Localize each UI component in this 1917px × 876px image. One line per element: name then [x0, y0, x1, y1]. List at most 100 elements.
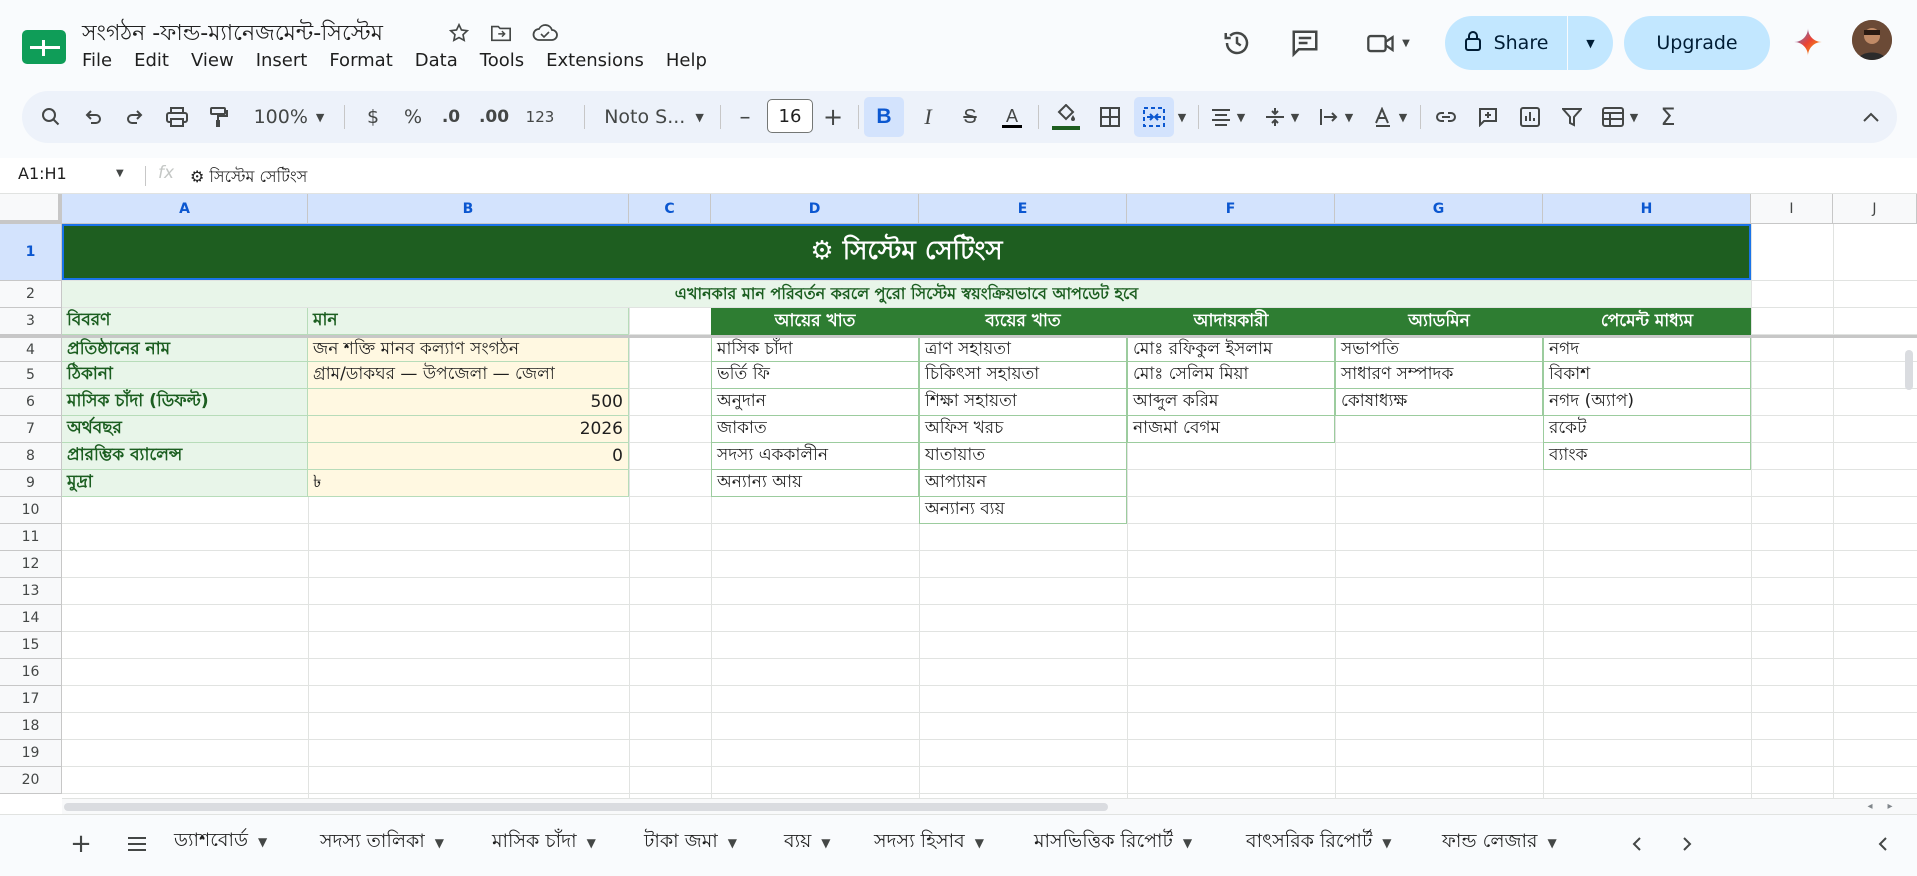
list-item[interactable]: সাধারণ সম্পাদক	[1335, 362, 1543, 389]
menu-data[interactable]: Data	[415, 50, 458, 71]
menu-view[interactable]: View	[191, 50, 234, 71]
sheet-tab-fund-ledger[interactable]: ফান্ড লেজার ▼	[1434, 821, 1565, 865]
row-header-16[interactable]: 16	[0, 659, 62, 686]
insert-chart-icon[interactable]	[1512, 91, 1548, 143]
list-item[interactable]: কোষাধ্যক্ষ	[1335, 389, 1543, 416]
font-size-input[interactable]: 16	[767, 99, 813, 133]
scroll-left-icon[interactable]: ◂	[1862, 798, 1878, 814]
setting-value-fiscal-year[interactable]: 2026	[308, 416, 629, 443]
row-header-15[interactable]: 15	[0, 632, 62, 659]
menu-help[interactable]: Help	[666, 50, 707, 71]
setting-value-monthly-fee[interactable]: 500	[308, 389, 629, 416]
number-format-button[interactable]: 123	[520, 91, 560, 143]
row-header-7[interactable]: 7	[0, 416, 62, 443]
row-header-20[interactable]: 20	[0, 767, 62, 794]
search-menus-icon[interactable]	[34, 91, 68, 143]
list-item[interactable]: ব্যাংক	[1543, 443, 1751, 470]
all-sheets-icon[interactable]	[122, 829, 152, 859]
column-header-d[interactable]: D	[711, 194, 919, 224]
setting-label-fiscal-year[interactable]: অর্থবছর	[62, 416, 308, 443]
list-header-expense[interactable]: ব্যয়ের খাত	[919, 308, 1127, 335]
name-box-dropdown-icon[interactable]: ▼	[116, 168, 124, 179]
menu-tools[interactable]: Tools	[480, 50, 524, 71]
row-header-17[interactable]: 17	[0, 686, 62, 713]
side-panel-toggle-icon[interactable]	[1868, 827, 1898, 861]
menu-insert[interactable]: Insert	[256, 50, 308, 71]
row-header-9[interactable]: 9	[0, 470, 62, 497]
fill-color-icon[interactable]	[1046, 91, 1086, 143]
setting-value-currency[interactable]: ৳	[308, 470, 629, 497]
column-header-c[interactable]: C	[629, 194, 711, 224]
list-item[interactable]: সভাপতি	[1335, 338, 1543, 362]
list-item[interactable]: যাতায়াত	[919, 443, 1127, 470]
setting-label-address[interactable]: ঠিকানা	[62, 362, 308, 389]
merge-cells-icon[interactable]	[1134, 97, 1174, 137]
list-item[interactable]: অফিস খরচ	[919, 416, 1127, 443]
add-sheet-icon[interactable]: +	[66, 829, 96, 859]
list-item[interactable]: রকেট	[1543, 416, 1751, 443]
list-item[interactable]: ভর্তি ফি	[711, 362, 919, 389]
list-header-income[interactable]: আয়ের খাত	[711, 308, 919, 335]
paint-format-icon[interactable]	[202, 91, 236, 143]
setting-label-currency[interactable]: মুদ্রা	[62, 470, 308, 497]
avatar[interactable]	[1852, 20, 1892, 60]
sheet-tab-deposit[interactable]: টাকা জমা ▼	[636, 821, 745, 865]
list-item[interactable]: চিকিৎসা সহায়তা	[919, 362, 1127, 389]
sheet-tab-members[interactable]: সদস্য তালিকা ▼	[312, 821, 452, 865]
share-button[interactable]: Share ▼	[1445, 16, 1613, 70]
horizontal-align-icon[interactable]: ▼	[1204, 91, 1252, 143]
settings-subtitle[interactable]: এখানকার মান পরিবর্তন করলে পুরো সিস্টেম স…	[62, 281, 1751, 307]
table-views-icon[interactable]: ▼	[1596, 91, 1644, 143]
list-item[interactable]: শিক্ষা সহায়তা	[919, 389, 1127, 416]
list-item[interactable]: মোঃ সেলিম মিয়া	[1127, 362, 1335, 389]
undo-icon[interactable]	[76, 91, 110, 143]
row-header-3[interactable]: 3	[0, 308, 62, 335]
spreadsheet-grid[interactable]: A B C D E F G H I J 1 2 3 4 5 6 7 8 9 10…	[0, 194, 1917, 814]
column-header-g[interactable]: G	[1335, 194, 1543, 224]
row-header-4[interactable]: 4	[0, 335, 62, 362]
insert-link-icon[interactable]	[1428, 91, 1464, 143]
list-item[interactable]: নাজমা বেগম	[1127, 416, 1335, 443]
column-header-b[interactable]: B	[308, 194, 629, 224]
menu-file[interactable]: File	[82, 50, 112, 71]
row-header-2[interactable]: 2	[0, 281, 62, 308]
comments-icon[interactable]	[1284, 22, 1326, 64]
merge-dropdown-icon[interactable]: ▼	[1172, 91, 1192, 143]
vertical-align-icon[interactable]: ▼	[1258, 91, 1306, 143]
list-item[interactable]: আব্দুল করিম	[1127, 389, 1335, 416]
text-wrapping-icon[interactable]: ▼	[1312, 91, 1360, 143]
list-item[interactable]: বিকাশ	[1543, 362, 1751, 389]
setting-value-opening-balance[interactable]: 0	[308, 443, 629, 470]
tabs-scroll-left-icon[interactable]	[1622, 827, 1652, 861]
sheet-tab-member-account[interactable]: সদস্য হিসাব ▼	[866, 821, 992, 865]
sheet-tab-monthly-report[interactable]: মাসভিত্তিক রিপোর্ট ▼	[1026, 821, 1200, 865]
formula-input[interactable]: ⚙ সিস্টেম সেটিংস	[190, 164, 307, 191]
meet-call-icon[interactable]: ▼	[1358, 22, 1418, 64]
setting-value-address[interactable]: গ্রাম/ডাকঘর — উপজেলা — জেলা	[308, 362, 629, 389]
increase-decimal-button[interactable]: .00	[474, 91, 514, 143]
list-item[interactable]: মোঃ রফিকুল ইসলাম	[1127, 338, 1335, 362]
list-header-collectors[interactable]: আদায়কারী	[1127, 308, 1335, 335]
list-item[interactable]: সদস্য এককালীন	[711, 443, 919, 470]
list-item[interactable]: অন্যান্য ব্যয়	[919, 497, 1127, 524]
percent-format-button[interactable]: %	[398, 91, 428, 143]
list-header-admin[interactable]: অ্যাডমিন	[1335, 308, 1543, 335]
list-item[interactable]: জাকাত	[711, 416, 919, 443]
bold-button[interactable]: B	[864, 97, 904, 137]
horizontal-scrollbar[interactable]	[64, 803, 1108, 811]
vertical-scrollbar[interactable]	[1905, 350, 1913, 390]
scroll-right-icon[interactable]: ▸	[1882, 798, 1898, 814]
row-header-19[interactable]: 19	[0, 740, 62, 767]
column-header-j[interactable]: J	[1833, 194, 1917, 224]
currency-format-button[interactable]: $	[358, 91, 388, 143]
list-item[interactable]: আপ্যায়ন	[919, 470, 1127, 497]
collapse-toolbar-icon[interactable]	[1856, 91, 1886, 143]
sheets-logo-icon[interactable]	[20, 28, 68, 66]
text-color-button[interactable]: A	[994, 91, 1030, 143]
setting-value-org-name[interactable]: জন শক্তি মানব কল্যাণ সংগঠন	[308, 338, 629, 362]
setting-label-org-name[interactable]: প্রতিষ্ঠানের নাম	[62, 338, 308, 362]
menu-format[interactable]: Format	[329, 50, 392, 71]
menu-extensions[interactable]: Extensions	[546, 50, 644, 71]
gemini-icon[interactable]	[1790, 24, 1826, 60]
decrease-decimal-button[interactable]: .0	[434, 91, 468, 143]
